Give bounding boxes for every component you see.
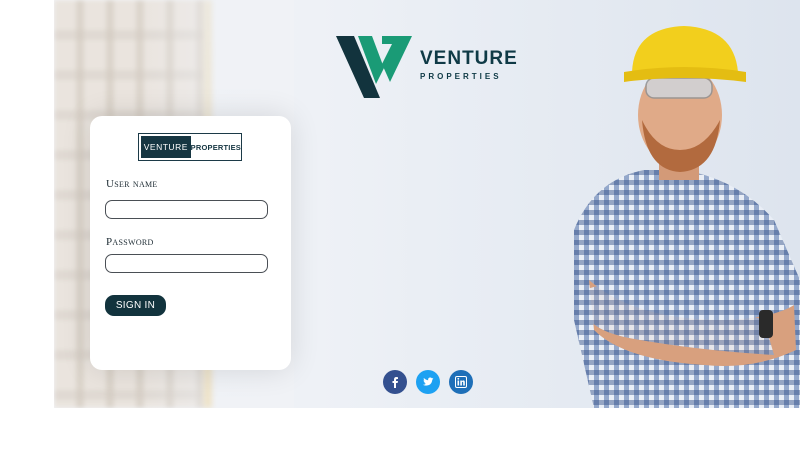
linkedin-icon xyxy=(455,376,467,388)
construction-worker-image xyxy=(574,26,800,408)
twitter-button[interactable] xyxy=(416,370,440,394)
twitter-icon xyxy=(422,377,434,386)
login-card: VENTURE PROPERTIES User name Password SI… xyxy=(90,116,291,370)
username-input[interactable] xyxy=(105,200,268,219)
card-logo-left: VENTURE xyxy=(141,136,191,158)
card-logo: VENTURE PROPERTIES xyxy=(138,133,242,161)
facebook-button[interactable] xyxy=(383,370,407,394)
password-label: Password xyxy=(106,236,154,248)
sign-in-button[interactable]: SIGN IN xyxy=(105,295,166,316)
password-input[interactable] xyxy=(105,254,268,273)
social-links xyxy=(383,370,473,394)
username-label: User name xyxy=(106,178,158,190)
brand-title: VENTURE xyxy=(420,48,518,69)
brand-logo: VENTURE PROPERTIES xyxy=(336,34,518,100)
brand-subtitle: PROPERTIES xyxy=(420,72,502,81)
venture-logo-icon xyxy=(336,36,412,98)
linkedin-button[interactable] xyxy=(449,370,473,394)
card-logo-right: PROPERTIES xyxy=(190,142,241,152)
facebook-icon xyxy=(392,377,398,388)
